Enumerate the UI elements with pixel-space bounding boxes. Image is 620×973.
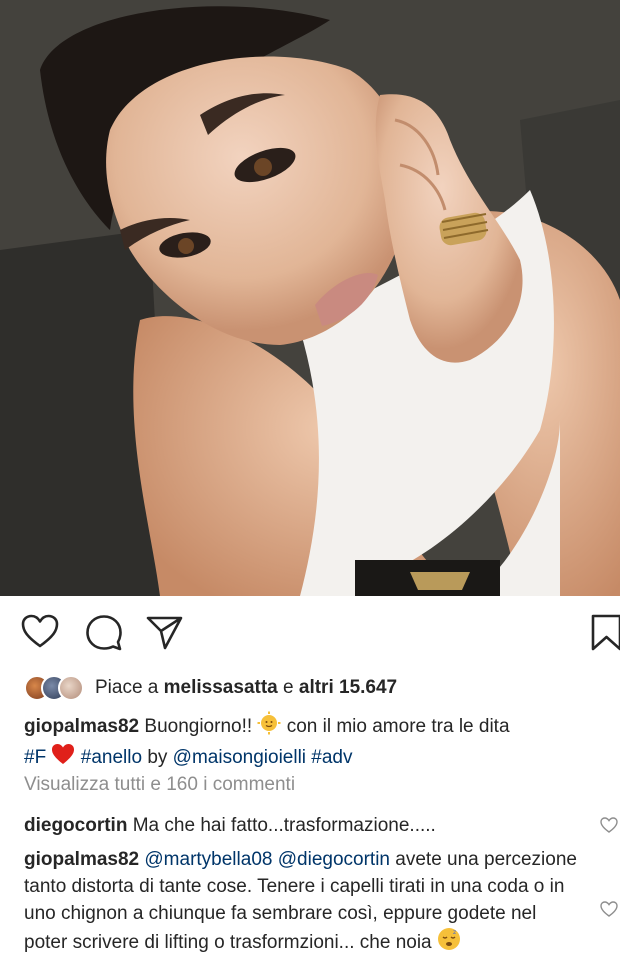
liker-avatars[interactable] [24,675,84,701]
likes-connector: e [283,677,294,698]
comment-like-heart-icon[interactable] [600,816,618,834]
send-icon[interactable] [144,612,184,652]
red-heart-emoji-icon [51,743,75,773]
mention-link[interactable]: @diegocortin [278,849,390,870]
liker-username[interactable]: melissasatta [164,677,278,699]
portrait-illustration [0,0,620,596]
comment-icon[interactable] [84,612,124,652]
hashtag-link[interactable]: #anello [81,747,142,768]
comment-text: Ma che hai fatto...trasformazione..... [132,815,436,836]
post-photo[interactable] [0,0,620,596]
caption-username[interactable]: giopalmas82 [24,716,139,737]
post-action-bar [0,612,620,656]
comment-username[interactable]: giopalmas82 [24,849,139,870]
view-all-comments-link[interactable]: Visualizza tutti e 160 i commenti [24,774,295,796]
mention-link[interactable]: @martybella08 [144,849,272,870]
mention-link[interactable]: @maisongioielli [173,747,306,768]
comment-username[interactable]: diegocortin [24,815,127,836]
sleepy-face-emoji-icon: z [437,927,461,959]
likes-row: Piace a melissasatta e altri 15.647 [24,672,397,704]
likes-prefix: Piace a [95,677,159,698]
avatar [58,675,84,701]
post-caption: giopalmas82 Buongiorno!! con il mio amor… [24,711,604,773]
sun-emoji-icon [257,711,281,743]
comment-like-heart-icon[interactable] [600,900,618,918]
svg-text:z: z [453,929,456,936]
caption-text: con il mio amore tra le dita [286,716,510,738]
comment-item: diegocortin Ma che hai fatto...trasforma… [24,812,584,839]
caption-text: Buongiorno!! [144,716,253,738]
hashtag-link[interactable]: #F [24,747,46,768]
hashtag-link[interactable]: #adv [311,747,352,768]
comment-item: giopalmas82 @martybella08 @diegocortin a… [24,846,584,959]
caption-text: by [147,747,168,769]
likes-others[interactable]: altri 15.647 [299,677,397,699]
bookmark-icon[interactable] [588,612,620,652]
heart-icon[interactable] [20,612,60,652]
